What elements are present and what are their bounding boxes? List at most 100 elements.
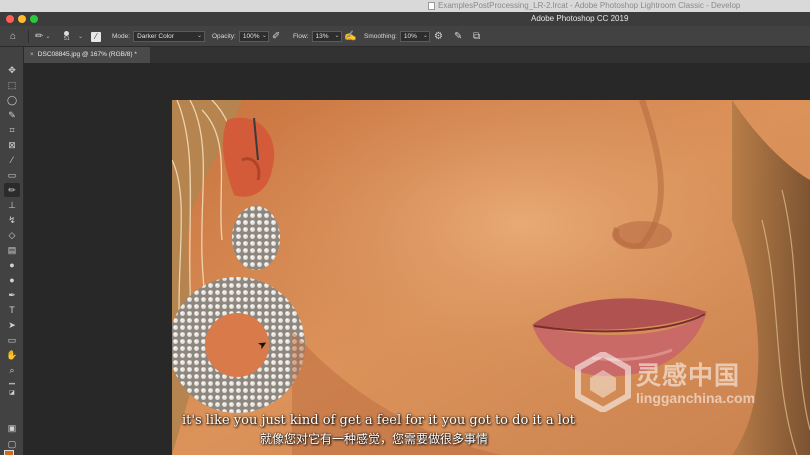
lasso-tool-icon: ◯	[6, 94, 18, 105]
smoothing-label: Smoothing:	[364, 33, 397, 40]
subtitle-english: it's like you just kind of get a feel fo…	[182, 413, 576, 428]
mode-label: Mode:	[112, 33, 131, 40]
brush-tool[interactable]: ✏	[4, 183, 20, 197]
stamp-tool-icon: ⊥	[8, 199, 16, 210]
path-select-tool-icon: ➤	[8, 319, 16, 330]
minimize-window-button[interactable]	[18, 15, 26, 23]
eyedropper-tool-icon: ⁄	[11, 155, 13, 165]
options-bar: ⌂ ✏ ⌄ 51 ⌄ ⁄ Mode: Darker Color ⌄ Opacity:…	[0, 26, 810, 47]
chevron-down-icon: ⌄	[334, 33, 340, 39]
brush-tool-icon: ✏	[8, 184, 16, 195]
pen-tool-icon: ✒	[8, 289, 16, 300]
mode-value: Darker Color	[137, 33, 174, 40]
brush-settings-icon: ⁄	[91, 31, 101, 42]
stamp-tool[interactable]: ⊥	[4, 198, 20, 212]
type-tool[interactable]: T	[4, 303, 20, 317]
tools-panel: ✥ ⬚ ◯ ✎ ⌗ ⊠ ⁄ ▭ ✏ ⊥ ↯ ◇ ▤ ● ● ✒ T ➤ ▭ ✋ ⌕ ••• ◪ ▣ ▢	[0, 47, 24, 455]
quick-select-tool[interactable]: ✎	[4, 108, 20, 122]
pressure-size-button[interactable]: ✎	[454, 26, 462, 47]
flow-input[interactable]: 13% ⌄	[311, 31, 342, 42]
quick-mask-icon[interactable]: ▣	[4, 421, 20, 435]
brush-icon: ✏	[35, 31, 44, 42]
home-button[interactable]: ⌂	[10, 26, 16, 47]
type-tool-icon: T	[9, 305, 15, 315]
screen-mode-icon[interactable]: ▢	[4, 437, 20, 451]
brush-settings-button[interactable]: ⁄	[91, 26, 101, 47]
document-tab-bar: × DSC08845.jpg @ 167% (RGB/8) *	[24, 47, 810, 63]
background-window-title: ExamplesPostProcessing_LR-2.lrcat - Adob…	[438, 1, 741, 10]
blur-tool[interactable]: ●	[4, 258, 20, 272]
rectangle-tool[interactable]: ▭	[4, 333, 20, 347]
zoom-window-button[interactable]	[30, 15, 38, 23]
history-brush-tool-icon: ↯	[8, 214, 16, 225]
mode-select[interactable]: Darker Color ⌄	[133, 31, 206, 42]
quick-select-tool-icon: ✎	[8, 109, 16, 120]
default-colors-icon[interactable]: ◪	[4, 387, 20, 397]
close-tab-icon[interactable]: ×	[30, 51, 34, 58]
document-tab[interactable]: × DSC08845.jpg @ 167% (RGB/8) *	[24, 47, 150, 63]
mac-menu-bar: ExamplesPostProcessing_LR-2.lrcat - Adob…	[0, 0, 810, 12]
eraser-tool-icon: ◇	[8, 229, 16, 240]
pressure-size-icon: ✎	[454, 31, 463, 42]
chevron-down-icon: ⌄	[45, 34, 51, 40]
watermark: 灵感中国 lingganchina.com	[572, 350, 802, 420]
smoothing-options-button[interactable]: ⚙	[434, 26, 443, 47]
smoothing-input[interactable]: 10% ⌄	[399, 31, 430, 42]
zoom-tool-icon: ⌕	[9, 364, 15, 375]
dodge-tool-icon: ●	[9, 275, 15, 285]
document-tab-label: DSC08845.jpg @ 167% (RGB/8) *	[37, 51, 137, 58]
document-icon	[428, 2, 435, 10]
flow-value: 13%	[315, 33, 329, 40]
eraser-tool[interactable]: ◇	[4, 228, 20, 242]
tool-preset-picker[interactable]: ✏ ⌄	[35, 26, 50, 47]
watermark-chinese-text: 灵感中国	[636, 361, 741, 390]
airbrush-button[interactable]: ✍	[344, 26, 356, 47]
rectangle-tool-icon: ▭	[7, 334, 17, 345]
crop-tool-icon: ⌗	[9, 124, 15, 135]
brush-size-value: 51	[64, 36, 70, 42]
chevron-down-icon: ⌄	[261, 33, 267, 39]
frame-tool[interactable]: ⊠	[4, 138, 20, 152]
history-brush-tool[interactable]: ↯	[4, 213, 20, 227]
opacity-label: Opacity:	[212, 33, 236, 40]
symmetry-icon: ⧉	[473, 31, 481, 42]
watermark-logo-icon	[575, 352, 631, 412]
move-tool[interactable]: ✥	[4, 63, 20, 77]
opacity-value: 100%	[242, 33, 260, 40]
smoothing-value: 10%	[403, 33, 417, 40]
marquee-tool-icon: ⬚	[7, 79, 17, 90]
lasso-tool[interactable]: ◯	[4, 93, 20, 107]
gradient-tool[interactable]: ▤	[4, 243, 20, 257]
blur-tool-icon: ●	[9, 260, 15, 270]
zoom-tool[interactable]: ⌕	[4, 363, 20, 377]
hand-tool-icon: ✋	[6, 349, 18, 360]
title-bar: Adobe Photoshop CC 2019	[0, 12, 810, 26]
home-icon: ⌂	[10, 31, 17, 42]
marquee-tool[interactable]: ⬚	[4, 78, 20, 92]
symmetry-button[interactable]: ⧉	[473, 26, 480, 47]
move-tool-icon: ✥	[8, 64, 16, 75]
pressure-opacity-icon: ✐	[272, 31, 281, 42]
pen-tool[interactable]: ✒	[4, 288, 20, 302]
chevron-down-icon: ⌄	[197, 33, 203, 39]
chevron-down-icon: ⌄	[422, 33, 428, 39]
gear-icon: ⚙	[434, 31, 443, 42]
path-select-tool[interactable]: ➤	[4, 318, 20, 332]
dodge-tool[interactable]: ●	[4, 273, 20, 287]
divider	[28, 30, 29, 43]
close-window-button[interactable]	[6, 15, 14, 23]
pressure-opacity-button[interactable]: ✐	[272, 26, 280, 47]
opacity-input[interactable]: 100% ⌄	[238, 31, 269, 42]
chevron-down-icon[interactable]: ⌄	[78, 33, 83, 40]
flow-label: Flow:	[293, 33, 309, 40]
watermark-url: lingganchina.com	[636, 390, 756, 406]
subtitle-chinese: 就像您对它有一种感觉，您需要做很多事情	[260, 432, 489, 446]
brush-size-picker[interactable]: 51	[64, 26, 70, 47]
crop-tool[interactable]: ⌗	[4, 123, 20, 137]
frame-tool-icon: ⊠	[8, 139, 16, 150]
gradient-tool-icon: ▤	[7, 244, 17, 255]
hand-tool[interactable]: ✋	[4, 348, 20, 362]
airbrush-icon: ✍	[344, 31, 357, 42]
eyedropper-tool[interactable]: ⁄	[4, 153, 20, 167]
healing-tool[interactable]: ▭	[4, 168, 20, 182]
